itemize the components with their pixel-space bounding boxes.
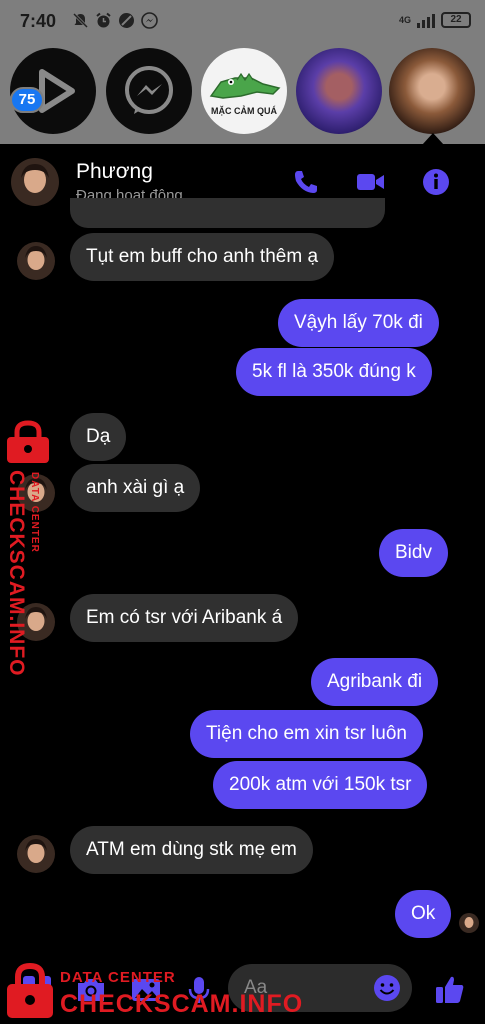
messenger-head[interactable] bbox=[106, 48, 192, 134]
watermark-lock-logo-bottom bbox=[7, 962, 53, 1018]
sender-avatar bbox=[17, 242, 55, 280]
status-icons bbox=[72, 12, 158, 29]
contact-name: Phương bbox=[76, 160, 153, 183]
message-bubble-incoming[interactable]: Tụt em buff cho anh thêm ạ bbox=[70, 233, 335, 281]
watermark-label-bottom: DATA CENTER bbox=[60, 969, 176, 986]
crocodile-sticker-image bbox=[209, 72, 281, 99]
message-bubble-incoming[interactable]: ATM em dùng stk mẹ em bbox=[70, 826, 313, 874]
sender-avatar bbox=[17, 835, 55, 873]
message-bubble-incoming[interactable]: Em có tsr với Aribank á bbox=[70, 594, 299, 642]
watermark-site-bottom: CHECKSCAM.INFO bbox=[60, 990, 304, 1018]
message-bubble-outgoing[interactable]: Agribank đi bbox=[311, 658, 439, 706]
video-call-icon[interactable] bbox=[354, 166, 386, 198]
contact-head-photo[interactable] bbox=[296, 48, 382, 134]
chat-window: Phương Đang hoạt động Tụt em buff cho an… bbox=[0, 144, 485, 1024]
message-bubble-outgoing[interactable]: 200k atm với 150k tsr bbox=[213, 761, 428, 809]
do-not-disturb-icon bbox=[118, 12, 135, 29]
network-type: 4G bbox=[398, 15, 411, 25]
watermark-site: CHECKSCAM.INFO bbox=[5, 470, 28, 677]
message-bubble-outgoing[interactable]: Ok bbox=[395, 890, 452, 938]
status-bar: 7:40 4G 22 bbox=[0, 0, 485, 42]
messenger-notification-icon bbox=[141, 12, 158, 29]
emoji-icon[interactable] bbox=[372, 973, 402, 1003]
sticker-caption: MẶC CẢM QUÁ bbox=[211, 106, 277, 116]
seen-receipt-avatar bbox=[459, 913, 479, 933]
phone-call-icon[interactable] bbox=[290, 166, 322, 198]
alarm-icon bbox=[95, 12, 112, 29]
contact-avatar[interactable] bbox=[11, 158, 59, 206]
watermark-lock-logo bbox=[7, 420, 49, 463]
info-icon[interactable] bbox=[420, 166, 452, 198]
thumbs-up-icon[interactable] bbox=[433, 973, 467, 1007]
watermark-label: DATA CENTER bbox=[29, 472, 40, 553]
message-bubble-outgoing[interactable]: Tiện cho em xin tsr luôn bbox=[190, 710, 423, 758]
sticker-chat-head[interactable]: MẶC CẢM QUÁ bbox=[201, 48, 287, 134]
status-right: 4G 22 bbox=[399, 12, 471, 28]
watermark-vertical-text: CHECKSCAM.INFO bbox=[5, 470, 28, 677]
messenger-icon bbox=[125, 66, 173, 114]
chat-heads-row: MẶC CẢM QUÁ 75 bbox=[0, 42, 485, 144]
signal-icon bbox=[417, 12, 435, 28]
unread-count-badge: 75 bbox=[10, 87, 44, 113]
message-bubble-outgoing[interactable]: Vậyh lấy 70k đi bbox=[278, 299, 439, 347]
message-bubble-outgoing[interactable]: Bidv bbox=[379, 529, 448, 577]
previous-message-bubble bbox=[70, 198, 385, 228]
mute-icon bbox=[72, 12, 89, 29]
active-contact-head-photo[interactable] bbox=[389, 48, 475, 134]
battery-icon: 22 bbox=[441, 12, 471, 28]
status-time: 7:40 bbox=[20, 11, 57, 31]
message-bubble-incoming[interactable]: Dạ bbox=[70, 413, 127, 461]
message-bubble-outgoing[interactable]: 5k fl là 350k đúng k bbox=[236, 348, 432, 396]
message-bubble-incoming[interactable]: anh xài gì ạ bbox=[70, 464, 201, 512]
